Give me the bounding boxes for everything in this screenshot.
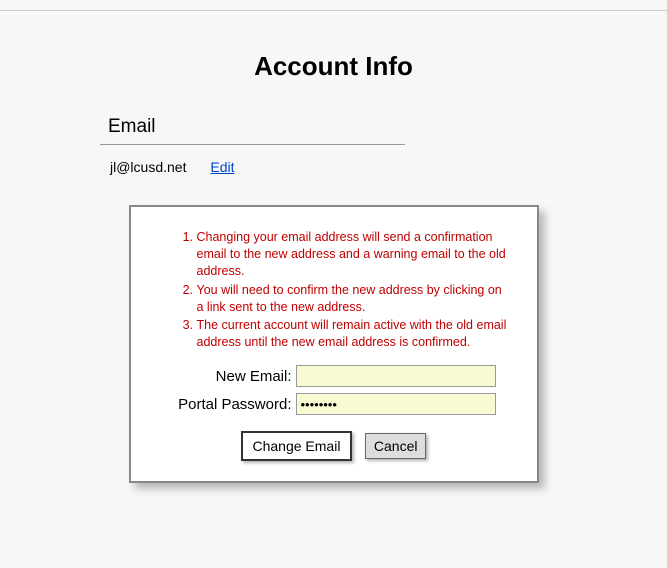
notice-item: You will need to confirm the new address…: [197, 282, 507, 316]
notice-item: Changing your email address will send a …: [197, 229, 507, 280]
change-email-card: Changing your email address will send a …: [129, 205, 539, 483]
section-divider: [100, 144, 405, 145]
notice-item: The current account will remain active w…: [197, 317, 507, 351]
notice-list: Changing your email address will send a …: [161, 229, 507, 351]
password-row: Portal Password:: [161, 393, 507, 415]
change-email-button[interactable]: Change Email: [241, 431, 353, 461]
email-section: Email jl@lcusd.net Edit: [100, 112, 607, 175]
cancel-button[interactable]: Cancel: [365, 433, 427, 459]
new-email-input[interactable]: [296, 365, 496, 387]
email-section-heading: Email: [100, 112, 607, 142]
new-email-row: New Email:: [161, 365, 507, 387]
new-email-label: New Email:: [161, 368, 296, 385]
current-email: jl@lcusd.net: [110, 159, 186, 175]
page-container: Account Info Email jl@lcusd.net Edit Cha…: [0, 11, 667, 503]
edit-email-link[interactable]: Edit: [210, 159, 234, 175]
password-label: Portal Password:: [161, 396, 296, 413]
button-row: Change Email Cancel: [161, 431, 507, 461]
password-input[interactable]: [296, 393, 496, 415]
page-title: Account Info: [60, 51, 607, 82]
email-row: jl@lcusd.net Edit: [100, 159, 607, 175]
